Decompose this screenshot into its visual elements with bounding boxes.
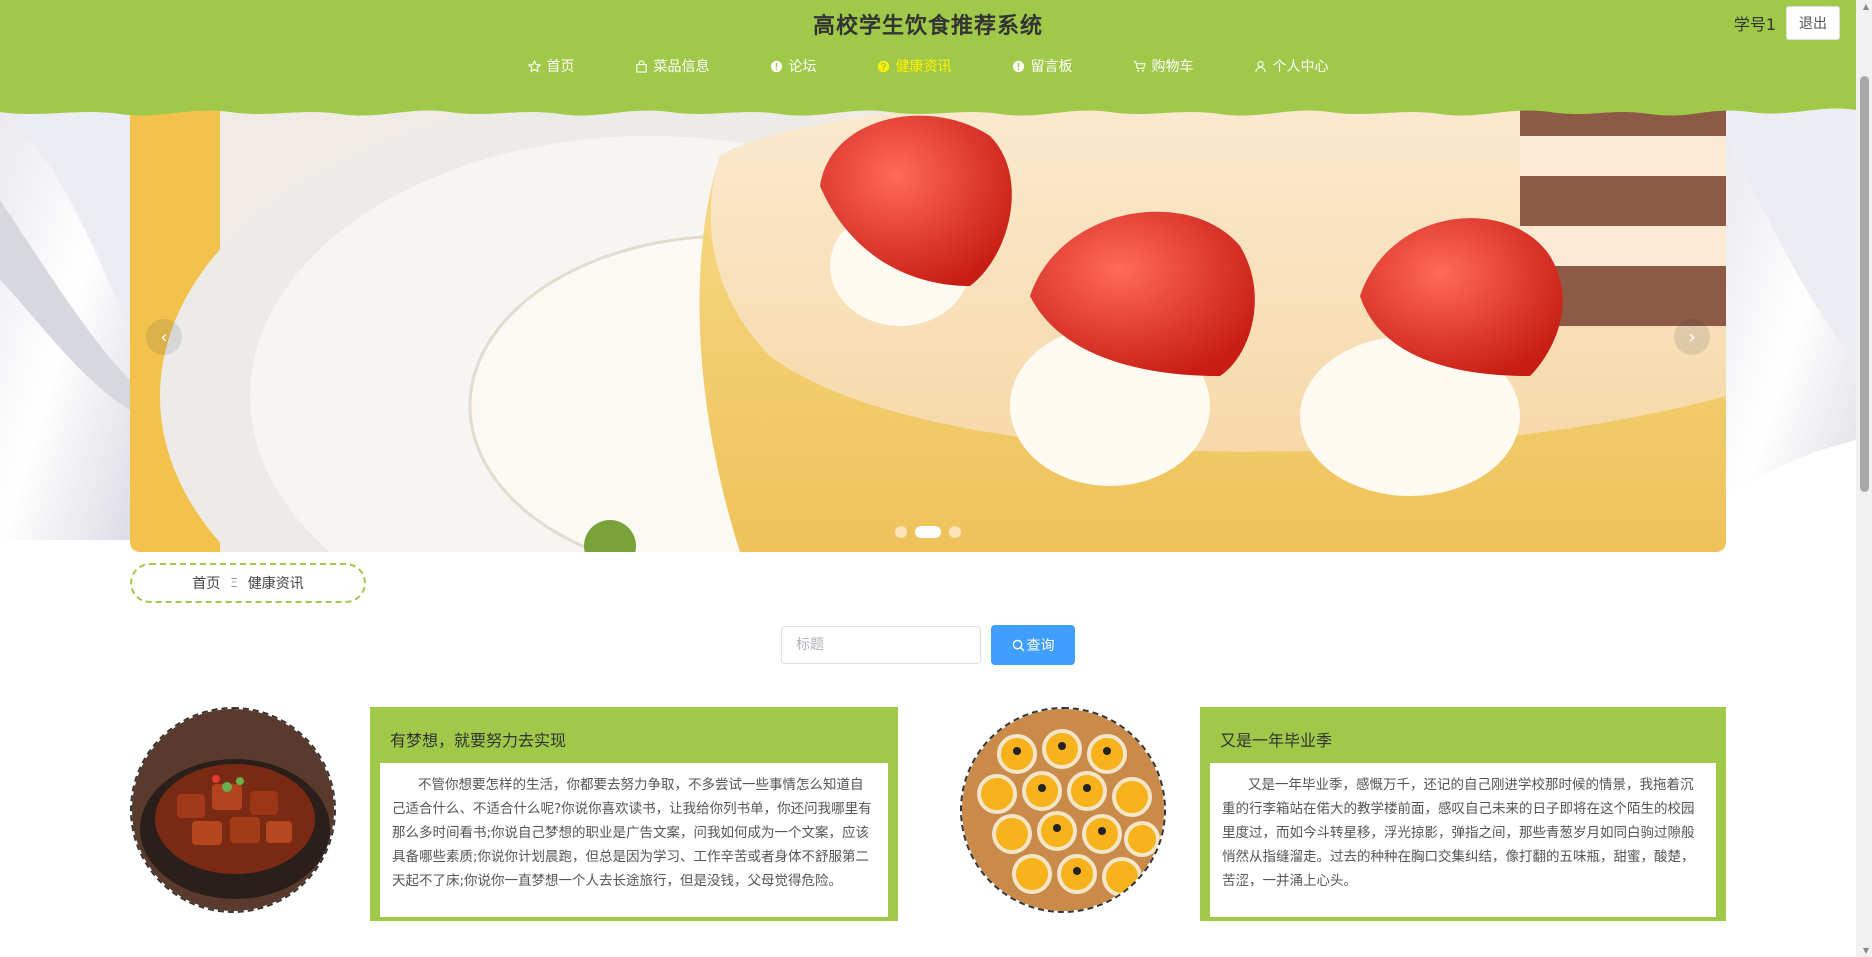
nav-label-message-board: 留言板: [1030, 59, 1073, 75]
article-thumbnail[interactable]: [960, 707, 1166, 913]
article-summary-text: 不管你想要怎样的生活，你都要去努力争取，不多尝试一些事情怎么知道自己适合什么、不…: [392, 777, 872, 889]
carousel-indicator[interactable]: [895, 526, 907, 538]
carousel-indicators: [130, 526, 1726, 538]
article-summary-text: 又是一年毕业季，感慨万千，还记的自己刚进学校那时候的情景，我拖着沉重的行李箱站在…: [1222, 777, 1695, 889]
carousel-indicator[interactable]: [949, 526, 961, 538]
scroll-up-icon[interactable]: ▲: [1863, 2, 1869, 11]
scrollbar-thumb[interactable]: [1860, 76, 1869, 492]
article-panel: 又是一年毕业季 又是一年毕业季，感慨万千，还记的自己刚进学校那时候的情景，我拖着…: [1200, 707, 1726, 921]
article-summary: 又是一年毕业季，感慨万千，还记的自己刚进学校那时候的情景，我拖着沉重的行李箱站在…: [1210, 763, 1716, 917]
article-title[interactable]: 有梦想，就要努力去实现: [390, 727, 888, 751]
username-label: 学号1: [1733, 15, 1776, 34]
nav-label-profile: 个人中心: [1272, 59, 1329, 75]
nav-label-health-news: 健康资讯: [895, 59, 952, 75]
site-header: 高校学生饮食推荐系统 学号1 退出 首页 菜品信息 论坛 健康资讯 留言板 购物…: [0, 0, 1856, 120]
nav-label-dishes: 菜品信息: [653, 59, 710, 75]
search-button-label: 查询: [1026, 637, 1055, 653]
nav-item-dishes[interactable]: 菜品信息: [635, 56, 710, 76]
article-title[interactable]: 又是一年毕业季: [1220, 727, 1716, 751]
breadcrumb-separator: Ξ: [230, 576, 238, 590]
nav-item-forum[interactable]: 论坛: [770, 56, 817, 76]
search-button[interactable]: 查询: [991, 625, 1075, 665]
nav-item-home[interactable]: 首页: [527, 56, 575, 76]
scroll-down-icon[interactable]: ▼: [1863, 946, 1869, 955]
egg-yolk-pastry-image: [962, 709, 1164, 911]
carousel-prev-button[interactable]: ‹: [146, 319, 182, 355]
cart-icon: [1133, 60, 1146, 72]
carousel-indicator-active[interactable]: [915, 526, 941, 538]
star-icon: [527, 59, 541, 73]
breadcrumb-current: 健康资讯: [247, 576, 304, 592]
carousel-slide-image: [130, 96, 1726, 552]
nav-item-profile[interactable]: 个人中心: [1254, 56, 1329, 76]
info-icon: [770, 60, 782, 72]
braised-pork-image: [132, 709, 334, 911]
chevron-right-icon: ›: [1688, 326, 1696, 348]
site-title: 高校学生饮食推荐系统: [812, 14, 1043, 39]
nav-item-health-news[interactable]: 健康资讯: [877, 56, 952, 76]
question-icon: [877, 60, 889, 72]
user-area: 学号1 退出: [1734, 6, 1840, 40]
nav-item-cart[interactable]: 购物车: [1133, 56, 1194, 76]
nav-label-forum: 论坛: [788, 59, 817, 75]
nav-label-home: 首页: [546, 59, 575, 75]
search-icon: [1012, 639, 1024, 651]
info-icon: [1012, 60, 1024, 72]
search-input[interactable]: [781, 626, 981, 664]
search-bar: 查询: [781, 625, 1075, 665]
article-summary: 不管你想要怎样的生活，你都要去努力争取，不多尝试一些事情怎么知道自己适合什么、不…: [380, 763, 888, 917]
user-icon: [1254, 60, 1266, 72]
page-scrollbar[interactable]: ▲ ▼: [1856, 0, 1872, 957]
banner-carousel: ‹ ›: [130, 96, 1726, 552]
main-nav: 首页 菜品信息 论坛 健康资讯 留言板 购物车 个人中心: [0, 56, 1856, 76]
chevron-left-icon: ‹: [160, 326, 168, 348]
nav-item-message-board[interactable]: 留言板: [1012, 56, 1073, 76]
bag-icon: [635, 59, 647, 73]
article-panel: 有梦想，就要努力去实现 不管你想要怎样的生活，你都要去努力争取，不多尝试一些事情…: [370, 707, 898, 921]
logout-button[interactable]: 退出: [1786, 6, 1840, 40]
breadcrumb: 首页 Ξ 健康资讯: [130, 563, 366, 603]
carousel-next-button[interactable]: ›: [1674, 319, 1710, 355]
nav-label-cart: 购物车: [1151, 59, 1194, 75]
breadcrumb-home[interactable]: 首页: [192, 573, 220, 593]
article-thumbnail[interactable]: [130, 707, 336, 913]
